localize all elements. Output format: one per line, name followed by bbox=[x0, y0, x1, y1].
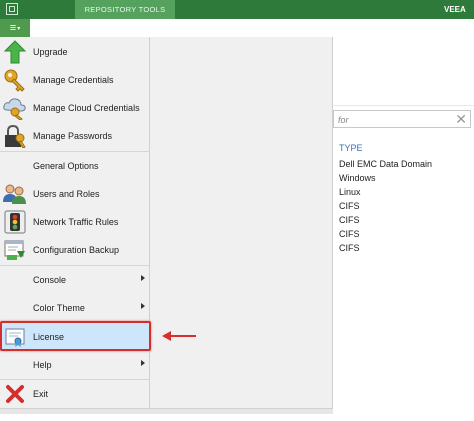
menu-item-color-theme[interactable]: Color Theme bbox=[0, 294, 150, 322]
menu-item-label: Configuration Backup bbox=[33, 245, 120, 255]
brand-title: VEEA bbox=[444, 5, 466, 14]
chevron-down-icon: ▾ bbox=[17, 25, 21, 32]
search-input[interactable] bbox=[336, 112, 452, 128]
title-bar: REPOSITORY TOOLS VEEA bbox=[0, 0, 474, 19]
submenu-arrow-icon bbox=[141, 303, 145, 309]
menu-item-label: Users and Roles bbox=[33, 189, 100, 199]
ribbon-tabs-bar bbox=[0, 19, 474, 38]
app-logo-icon bbox=[6, 3, 18, 15]
table-row[interactable]: Linux bbox=[339, 185, 432, 199]
exit-x-icon bbox=[0, 380, 30, 408]
menu-item-manage-credentials[interactable]: Manage Credentials bbox=[0, 66, 150, 94]
users-icon bbox=[0, 180, 30, 208]
annotation-arrow-icon bbox=[162, 331, 196, 341]
menu-item-label: Manage Credentials bbox=[33, 75, 114, 85]
main-menu: Upgrade Manage Credentials Manage Cloud … bbox=[0, 37, 150, 408]
hamburger-icon: ≡ bbox=[9, 22, 17, 34]
table-row[interactable]: Dell EMC Data Domain bbox=[339, 157, 432, 171]
cloud-key-icon bbox=[0, 94, 30, 122]
key-icon bbox=[0, 66, 30, 94]
menu-item-label: Console bbox=[33, 275, 67, 285]
config-backup-icon bbox=[0, 236, 30, 264]
lock-key-icon bbox=[0, 122, 30, 150]
menu-item-general-options[interactable]: General Options bbox=[0, 152, 150, 180]
tab-repository-tools[interactable]: REPOSITORY TOOLS bbox=[75, 0, 175, 19]
menu-item-network-traffic-rules[interactable]: Network Traffic Rules bbox=[0, 208, 150, 236]
search-box: ✕ bbox=[333, 110, 471, 128]
menu-item-label: Help bbox=[33, 360, 52, 370]
main-menu-panel bbox=[150, 37, 333, 408]
repository-type-list: Dell EMC Data Domain Windows Linux CIFS … bbox=[339, 157, 432, 255]
submenu-arrow-icon bbox=[141, 360, 145, 366]
main-menu-button[interactable]: ≡ ▾ bbox=[0, 19, 30, 37]
menu-item-label: Manage Cloud Credentials bbox=[33, 103, 140, 113]
menu-item-configuration-backup[interactable]: Configuration Backup bbox=[0, 236, 150, 264]
menu-item-manage-cloud-credentials[interactable]: Manage Cloud Credentials bbox=[0, 94, 150, 122]
menu-item-label: Manage Passwords bbox=[33, 131, 113, 141]
menu-item-console[interactable]: Console bbox=[0, 266, 150, 294]
menu-item-upgrade[interactable]: Upgrade bbox=[0, 38, 150, 66]
menu-item-label: Color Theme bbox=[33, 303, 85, 313]
menu-item-help[interactable]: Help bbox=[0, 351, 150, 379]
table-row[interactable]: CIFS bbox=[339, 199, 432, 213]
main-menu-bottom-edge bbox=[0, 408, 333, 414]
submenu-arrow-icon bbox=[141, 275, 145, 281]
menu-item-label: Upgrade bbox=[33, 47, 68, 57]
column-header-type[interactable]: TYPE bbox=[339, 143, 363, 153]
menu-item-label: Exit bbox=[33, 389, 49, 399]
table-row[interactable]: CIFS bbox=[339, 213, 432, 227]
menu-item-label: General Options bbox=[33, 161, 99, 171]
clear-search-icon[interactable]: ✕ bbox=[455, 111, 467, 127]
menu-item-manage-passwords[interactable]: Manage Passwords bbox=[0, 122, 150, 150]
menu-item-exit[interactable]: Exit bbox=[0, 380, 150, 408]
table-row[interactable]: Windows bbox=[339, 171, 432, 185]
menu-item-label: Network Traffic Rules bbox=[33, 217, 119, 227]
table-row[interactable]: CIFS bbox=[339, 227, 432, 241]
menu-item-users-and-roles[interactable]: Users and Roles bbox=[0, 180, 150, 208]
table-row[interactable]: CIFS bbox=[339, 241, 432, 255]
annotation-highlight-box bbox=[0, 321, 151, 351]
upgrade-arrow-icon bbox=[0, 38, 30, 66]
traffic-light-icon bbox=[0, 208, 30, 236]
